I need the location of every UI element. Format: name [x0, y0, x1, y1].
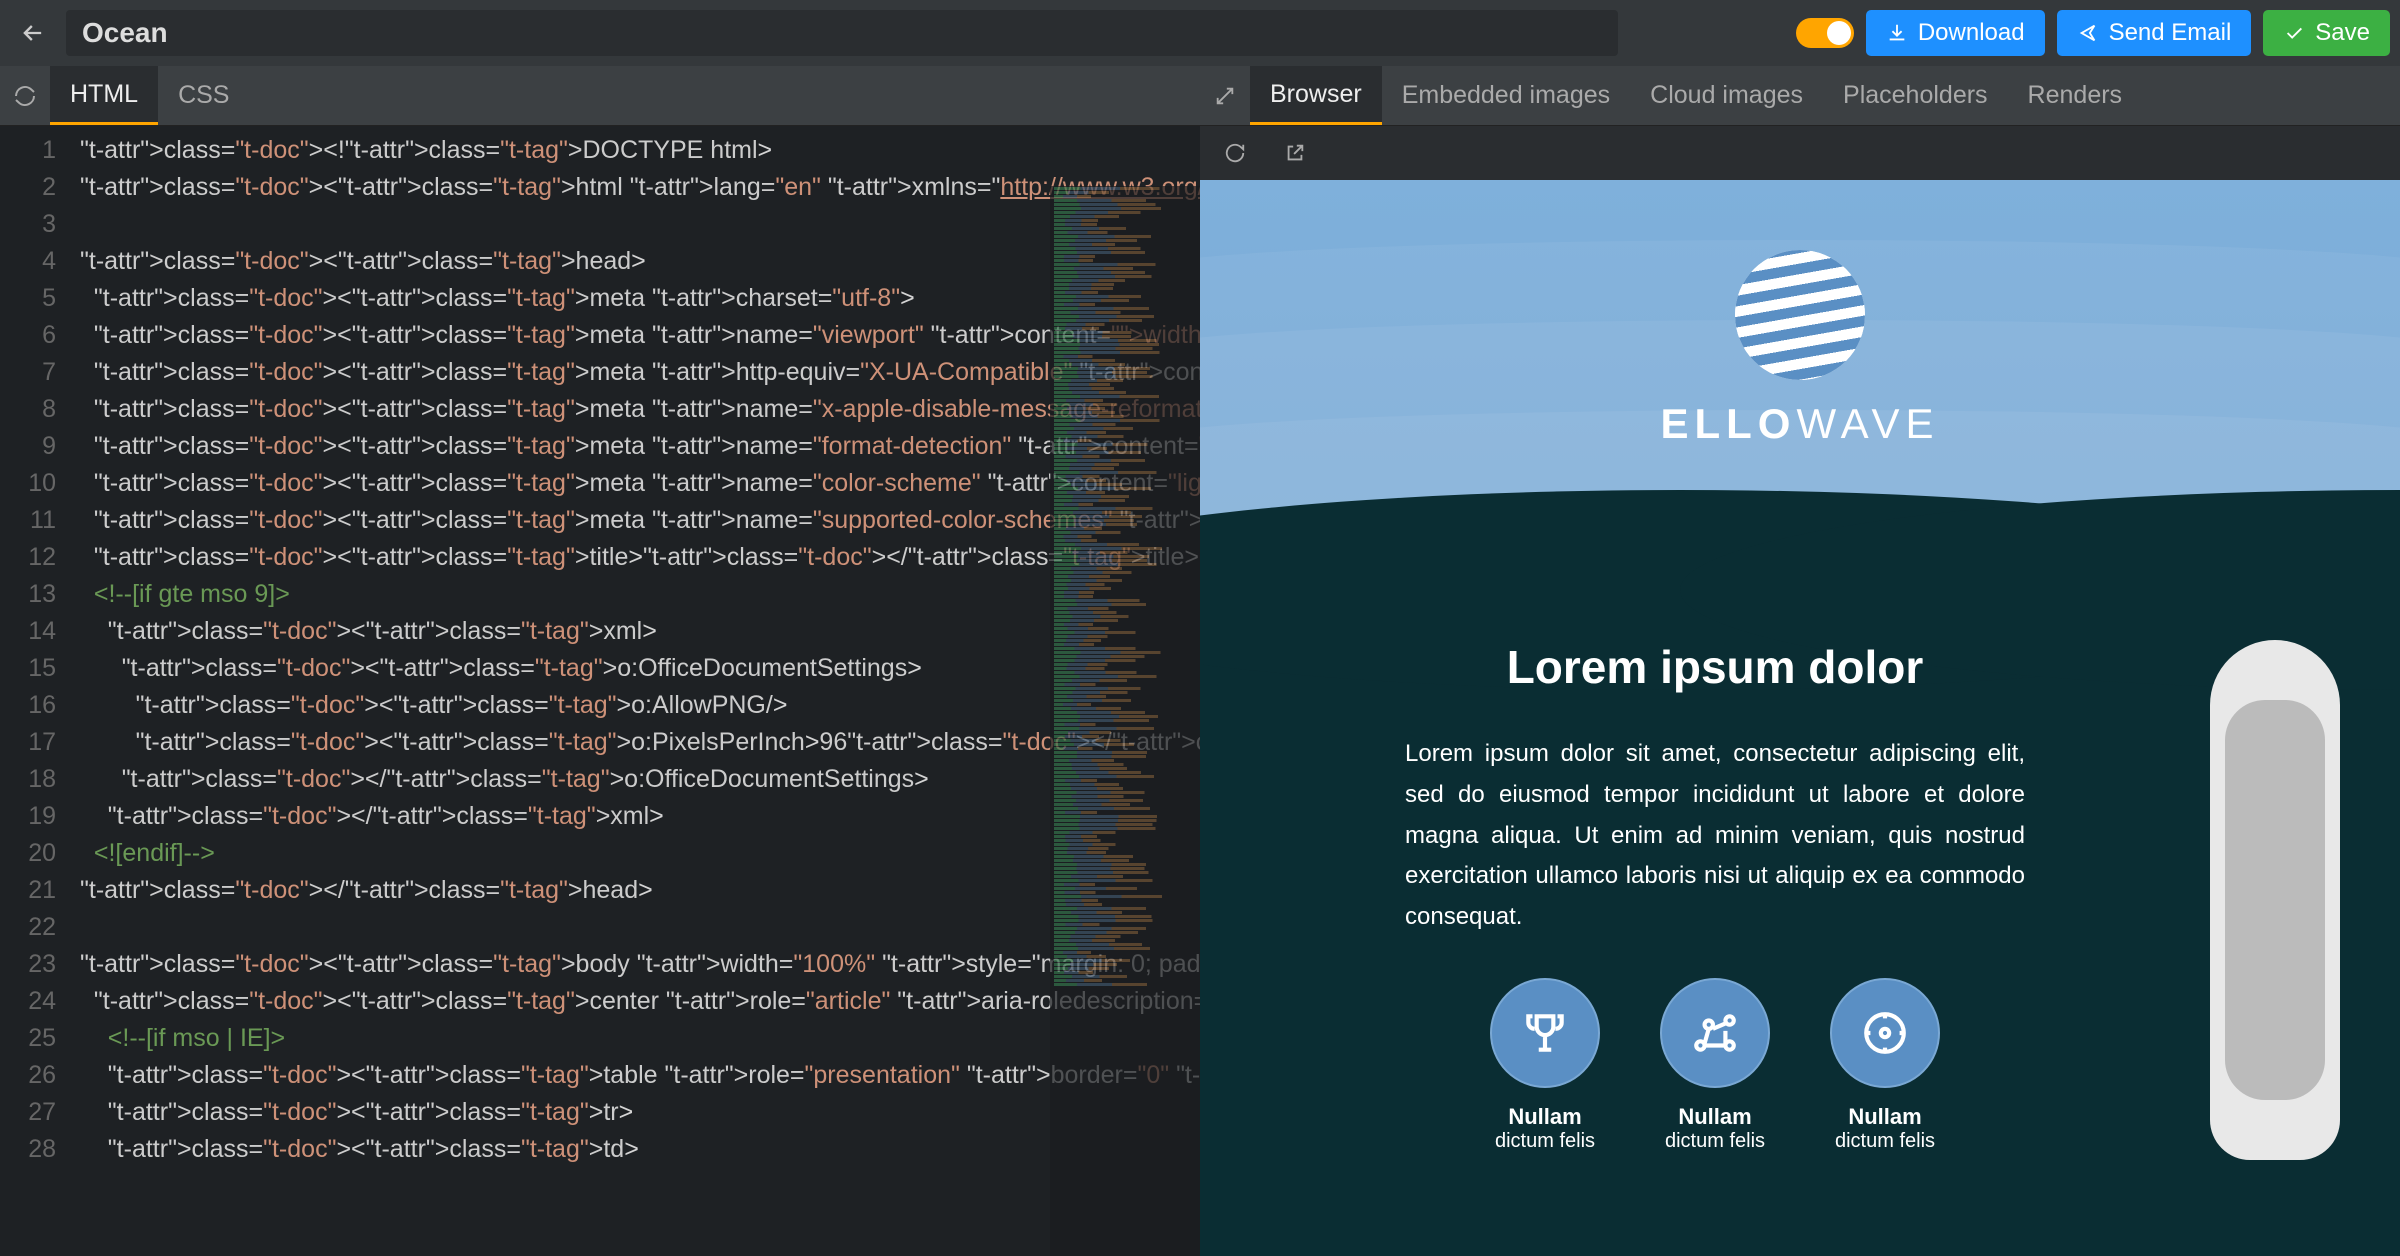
reload-preview-button[interactable]	[1210, 128, 1260, 178]
brand-name: ELLOWAVE	[1200, 400, 2400, 448]
expand-icon	[1214, 85, 1236, 107]
feature-item: Nullam dictum felis	[1830, 978, 1940, 1153]
email-preview: ELLOWAVE Lorem ipsum dolor Lorem ipsum d…	[1200, 180, 2400, 1256]
brand-logo-icon	[1735, 250, 1865, 380]
tab-placeholders[interactable]: Placeholders	[1823, 66, 2008, 125]
project-title-input[interactable]	[66, 10, 1618, 56]
send-icon	[2077, 22, 2099, 44]
download-icon	[1886, 22, 1908, 44]
tab-renders[interactable]: Renders	[2008, 66, 2143, 125]
minimap[interactable]	[1050, 186, 1200, 1256]
boat-image	[2190, 640, 2360, 1160]
send-email-label: Send Email	[2109, 19, 2232, 47]
feature-item: Nullam dictum felis	[1660, 978, 1770, 1153]
reload-icon	[1224, 142, 1246, 164]
send-email-button[interactable]: Send Email	[2057, 10, 2252, 56]
tab-browser[interactable]: Browser	[1250, 66, 1382, 125]
compass-icon	[1860, 1008, 1910, 1058]
theme-toggle[interactable]	[1796, 18, 1854, 48]
download-button[interactable]: Download	[1866, 10, 2045, 56]
preview-tabs: Browser Embedded images Cloud images Pla…	[1200, 66, 2400, 125]
network-icon	[1690, 1008, 1740, 1058]
refresh-icon	[13, 84, 37, 108]
refresh-code-button[interactable]	[0, 71, 50, 121]
code-tabs: HTML CSS	[0, 66, 1200, 125]
code-editor[interactable]: 1234567891011121314151617181920212223242…	[0, 126, 1200, 1256]
tab-cloud-images[interactable]: Cloud images	[1630, 66, 1823, 125]
hero-body: Lorem ipsum dolor sit amet, consectetur …	[1405, 734, 2025, 938]
check-icon	[2283, 22, 2305, 44]
open-external-icon	[1284, 142, 1306, 164]
trophy-icon	[1520, 1008, 1570, 1058]
back-button[interactable]	[10, 10, 56, 56]
download-label: Download	[1918, 19, 2025, 47]
tab-html[interactable]: HTML	[50, 66, 158, 125]
save-label: Save	[2315, 19, 2370, 47]
save-button[interactable]: Save	[2263, 10, 2390, 56]
tab-embedded-images[interactable]: Embedded images	[1382, 66, 1630, 125]
open-external-button[interactable]	[1270, 128, 1320, 178]
feature-item: Nullam dictum felis	[1490, 978, 1600, 1153]
hero-heading: Lorem ipsum dolor	[1280, 640, 2150, 694]
tab-css[interactable]: CSS	[158, 66, 249, 125]
expand-preview-button[interactable]	[1200, 71, 1250, 121]
